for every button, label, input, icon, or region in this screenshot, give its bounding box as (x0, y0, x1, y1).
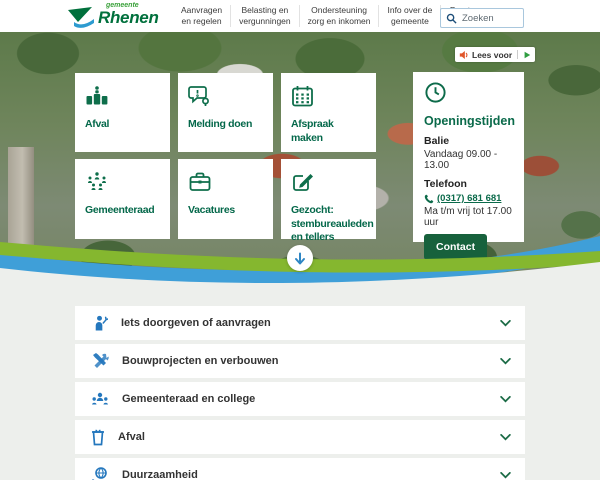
tile-afval[interactable]: Afval (75, 73, 170, 152)
waste-bin-icon (91, 428, 105, 446)
scroll-down-button[interactable] (287, 245, 313, 271)
themes-accordion: Iets doorgeven of aanvragen Bouwprojecte… (0, 300, 600, 480)
speaker-icon (459, 50, 469, 60)
sustainability-globe-icon (91, 466, 109, 480)
opening-hours-heading: Openingstijden (424, 114, 513, 128)
chevron-down-icon (500, 396, 511, 403)
hero: Lees voor Afval Melding doen (0, 32, 600, 300)
accordion-label: Afval (118, 431, 145, 443)
nav-item-info[interactable]: Info over de gemeente (378, 5, 440, 27)
waste-containers-icon (85, 85, 109, 107)
council-people-icon (85, 171, 109, 193)
chevron-down-icon (500, 472, 511, 479)
logo[interactable]: gemeente Rhenen (66, 2, 159, 32)
chevron-down-icon (500, 358, 511, 365)
accordion-label: Bouwprojecten en verbouwen (122, 355, 278, 367)
search-input[interactable] (460, 12, 519, 25)
nav-item-ondersteuning[interactable]: Ondersteuning zorg en inkomen (299, 5, 379, 27)
chevron-down-icon (500, 320, 511, 327)
search-icon (446, 13, 457, 24)
accordion-item-afval[interactable]: Afval (75, 420, 525, 454)
tile-label: Melding doen (188, 118, 263, 132)
tile-vacatures[interactable]: Vacatures (178, 159, 273, 239)
read-aloud-button[interactable]: Lees voor (455, 47, 535, 62)
phone-label: Telefoon (424, 178, 513, 190)
accordion-item-bouwprojecten[interactable]: Bouwprojecten en verbouwen (75, 344, 525, 378)
opening-hours-panel: Openingstijden Balie Vandaag 09.00 - 13.… (413, 72, 524, 242)
down-arrow-icon (294, 252, 306, 265)
tile-label: Gemeenteraad (85, 204, 160, 218)
play-icon[interactable] (523, 51, 531, 59)
pencil-ballot-icon (291, 171, 315, 193)
calendar-icon (291, 85, 315, 107)
accordion-item-duurzaamheid[interactable]: Duurzaamheid (75, 458, 525, 480)
tile-gemeenteraad[interactable]: Gemeenteraad (75, 159, 170, 239)
phone-number-link[interactable]: (0317) 681 681 (437, 193, 501, 204)
accordion-label: Gemeenteraad en college (122, 393, 255, 405)
page: gemeente Rhenen Aanvragen en regelen Bel… (0, 0, 600, 480)
accordion-label: Iets doorgeven of aanvragen (121, 317, 271, 329)
logo-mark-icon (66, 6, 96, 32)
tile-label: Afspraak maken (291, 118, 366, 145)
clock-icon (424, 81, 447, 104)
nav-item-aanvragen[interactable]: Aanvragen en regelen (173, 5, 230, 27)
nav-item-belasting[interactable]: Belasting en vergunningen (230, 5, 299, 27)
tile-melding-doen[interactable]: Melding doen (178, 73, 273, 152)
tools-icon (91, 352, 109, 370)
search-box[interactable] (440, 8, 524, 28)
report-bubble-icon (188, 85, 212, 107)
phone-hours: Ma t/m vrij tot 17.00 uur (424, 206, 513, 228)
site-header: gemeente Rhenen Aanvragen en regelen Bel… (0, 0, 600, 32)
accordion-item-iets-doorgeven[interactable]: Iets doorgeven of aanvragen (75, 306, 525, 340)
accordion-label: Duurzaamheid (122, 469, 198, 480)
desk-hours: Vandaag 09.00 - 13.00 (424, 149, 513, 171)
briefcase-icon (188, 171, 212, 193)
accordion-item-gemeenteraad-college[interactable]: Gemeenteraad en college (75, 382, 525, 416)
phone-icon (424, 194, 434, 204)
person-hand-raised-icon (91, 314, 108, 332)
tile-gezocht-stembureauleden[interactable]: Gezocht: stembureauleden en tellers (281, 159, 376, 239)
people-group-icon (91, 390, 109, 408)
read-aloud-label: Lees voor (472, 50, 512, 60)
tile-afspraak-maken[interactable]: Afspraak maken (281, 73, 376, 152)
chevron-down-icon (500, 434, 511, 441)
logo-name: Rhenen (98, 8, 159, 27)
tile-label: Afval (85, 118, 160, 132)
desk-label: Balie (424, 135, 513, 147)
tile-label: Vacatures (188, 204, 263, 218)
